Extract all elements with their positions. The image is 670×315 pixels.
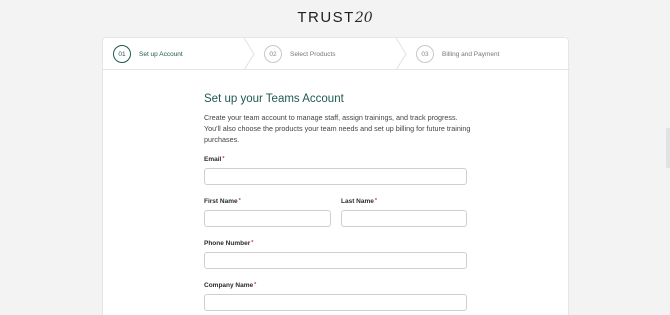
logo-number: 20 [354, 10, 373, 26]
required-mark: * [222, 156, 225, 162]
last-name-field[interactable] [341, 210, 467, 227]
step-label: Select Products [290, 50, 336, 58]
step-divider-chevron-icon [395, 38, 407, 70]
account-form: Set up your Teams Account Create your te… [204, 93, 470, 145]
step-billing-and-payment[interactable]: 03 Billing and Payment [416, 38, 499, 70]
required-mark: * [238, 198, 241, 204]
last-name-label-text: Last Name [341, 198, 374, 205]
form-title: Set up your Teams Account [204, 93, 344, 105]
step-label: Billing and Payment [442, 50, 500, 58]
step-select-products[interactable]: 02 Select Products [264, 38, 336, 70]
progress-stepper: 01 Set up Account 02 Select Products 03 … [103, 38, 570, 70]
company-name-label-text: Company Name [204, 282, 254, 289]
required-mark: * [374, 198, 378, 204]
required-mark: * [254, 282, 257, 288]
first-name-field[interactable] [204, 210, 331, 227]
email-label-text: Email [204, 156, 222, 163]
first-name-label-text: First Name [204, 198, 238, 205]
step-number: 02 [264, 45, 282, 63]
step-divider-chevron-icon [243, 38, 255, 70]
phone-number-label-text: Phone Number [204, 240, 251, 247]
first-name-label: First Name* [204, 198, 241, 205]
form-description: Create your team account to manage staff… [204, 113, 471, 144]
signup-card: 01 Set up Account 02 Select Products 03 … [102, 37, 570, 315]
scrollbar-edge[interactable] [666, 128, 670, 168]
step-number: 01 [113, 45, 131, 63]
company-name-field[interactable] [204, 294, 467, 311]
phone-number-field[interactable] [204, 252, 467, 269]
last-name-label: Last Name* [341, 198, 377, 205]
email-field[interactable] [204, 168, 467, 185]
phone-number-label: Phone Number* [204, 240, 253, 247]
logo-text: TRUST [297, 9, 355, 26]
brand-logo: TRUST20 [0, 9, 670, 26]
step-number: 03 [416, 45, 434, 63]
step-label: Set up Account [139, 50, 183, 58]
step-set-up-account[interactable]: 01 Set up Account [113, 38, 183, 70]
company-name-label: Company Name* [204, 282, 256, 289]
email-label: Email* [204, 156, 224, 163]
required-mark: * [251, 240, 254, 246]
